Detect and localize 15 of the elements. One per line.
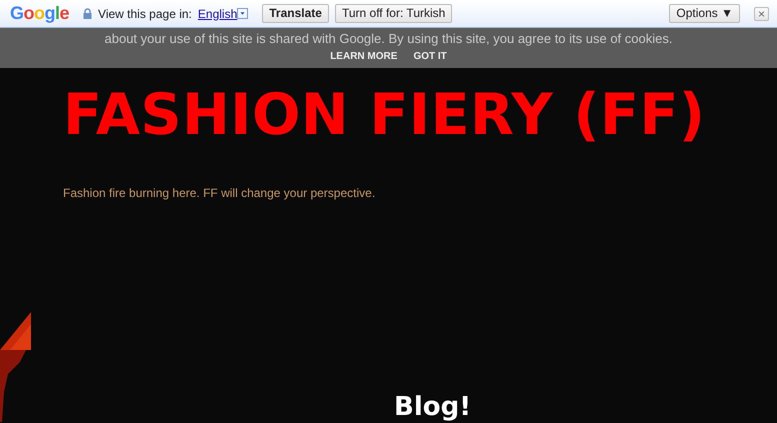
blog-description: Fashion fire burning here. FF will change your perspective.: [63, 185, 376, 202]
turn-off-button[interactable]: Turn off for: Turkish: [334, 4, 452, 23]
translate-button[interactable]: Translate: [262, 4, 329, 23]
lock-icon: [83, 8, 92, 19]
close-button[interactable]: ×: [754, 6, 769, 20]
section-heading: Blog!: [394, 392, 472, 422]
dropdown-icon[interactable]: [237, 8, 248, 19]
cookie-link[interactable]: GOT IT: [413, 49, 447, 64]
options-button[interactable]: Options ▼: [669, 4, 740, 23]
cookie-text: about your use of this site is shared with Google. By using this site, you agree to its use of cookies.: [104, 30, 674, 48]
google-logo: Google: [10, 2, 70, 25]
language-link[interactable]: English: [198, 4, 238, 22]
translate-label: View this page in:: [98, 6, 192, 22]
blog-title: FASHION FIERY (FF): [63, 81, 706, 150]
cookie-link[interactable]: LEARN MORE: [330, 49, 398, 64]
